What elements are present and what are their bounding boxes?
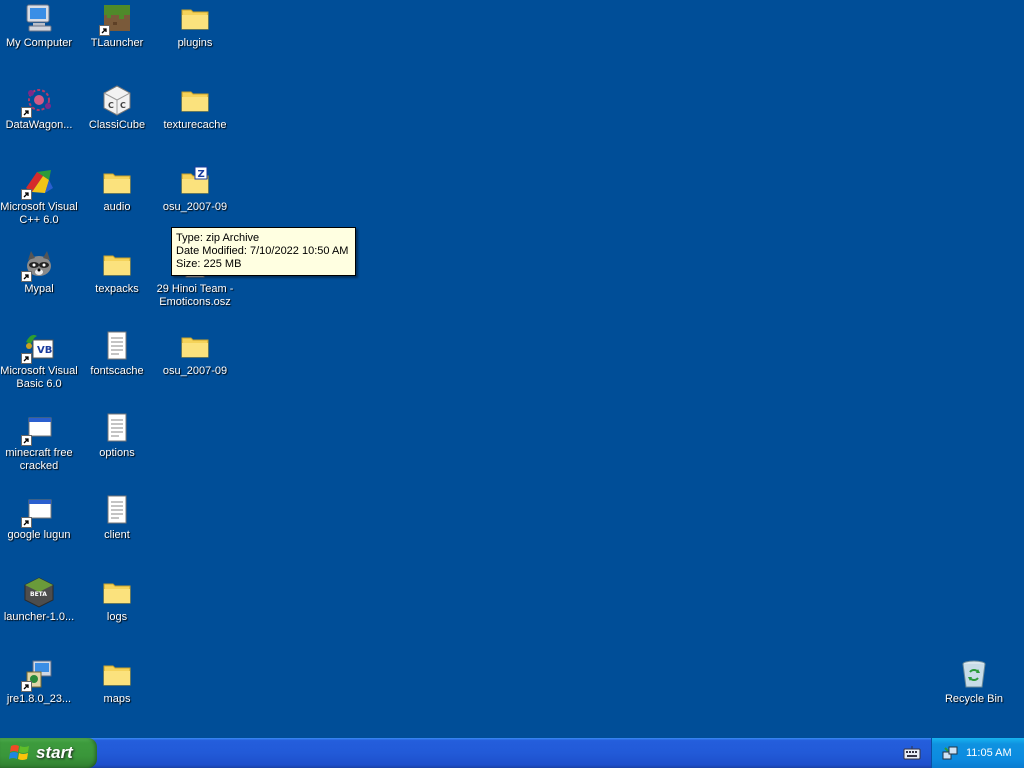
desktop-icon-label: texpacks xyxy=(95,283,139,295)
desktop-icon-options[interactable]: options xyxy=(78,412,156,460)
desktop-icon-maps-folder[interactable]: maps xyxy=(78,658,156,706)
desktop-icon-fontscache[interactable]: fontscache xyxy=(78,330,156,378)
shortcut-arrow-icon xyxy=(21,353,32,364)
desktop-icon-label: maps xyxy=(103,693,131,705)
folder-icon xyxy=(101,576,133,608)
desktop-icon-label: fontscache xyxy=(90,365,144,377)
text-document-icon xyxy=(101,412,133,444)
svg-text:C: C xyxy=(108,101,114,110)
desktop-icon-osu-zip[interactable]: Z osu_2007-09 xyxy=(156,166,234,214)
betacraft-launcher-icon: BETA xyxy=(23,576,55,608)
folder-icon xyxy=(179,330,211,362)
desktop-icon-label: TLauncher xyxy=(90,37,144,49)
desktop-icon-client[interactable]: client xyxy=(78,494,156,542)
folder-icon xyxy=(101,248,133,280)
folder-icon xyxy=(179,2,211,34)
folder-icon xyxy=(101,658,133,690)
desktop-icon-launcher[interactable]: BETA launcher-1.0... xyxy=(0,576,78,624)
desktop-icon-jre[interactable]: jre1.8.0_23... xyxy=(0,658,78,706)
desktop: My Computer DataWagon... Microsoft Visua… xyxy=(0,0,1024,738)
system-tray: 11:05 AM xyxy=(931,738,1024,768)
desktop-icon-label: Microsoft Visual Basic 6.0 xyxy=(0,365,78,390)
folder-icon xyxy=(179,84,211,116)
folder-icon xyxy=(101,166,133,198)
desktop-icon-label: audio xyxy=(103,201,131,213)
svg-text:Z: Z xyxy=(198,169,205,180)
desktop-icon-label: google lugun xyxy=(7,529,71,541)
shortcut-arrow-icon xyxy=(21,681,32,692)
desktop-icon-google-lugun[interactable]: google lugun xyxy=(0,494,78,542)
tlauncher-grass-block-icon xyxy=(99,2,133,36)
start-button[interactable]: start xyxy=(0,738,97,768)
desktop-icon-recycle-bin[interactable]: Recycle Bin xyxy=(935,658,1013,706)
tooltip-type-line: Type: zip Archive xyxy=(176,232,260,244)
clock[interactable]: 11:05 AM xyxy=(966,747,1012,759)
desktop-icon-classicube[interactable]: C C ClassiCube xyxy=(78,84,156,132)
tooltip-modified-line: Date Modified: 7/10/2022 10:50 AM xyxy=(176,245,349,257)
shortcut-arrow-icon xyxy=(21,189,32,200)
desktop-icon-label: osu_2007-09 xyxy=(162,201,228,213)
svg-text:BETA: BETA xyxy=(30,591,47,598)
shortcut-arrow-icon xyxy=(21,271,32,282)
desktop-icon-osu-folder[interactable]: osu_2007-09 xyxy=(156,330,234,378)
desktop-icon-label: minecraft free cracked xyxy=(5,447,73,472)
visual-basic-icon: VB xyxy=(21,330,55,364)
desktop-icon-visual-cpp[interactable]: Microsoft Visual C++ 6.0 xyxy=(0,166,78,227)
application-window-icon xyxy=(21,412,55,446)
desktop-icon-texpacks-folder[interactable]: texpacks xyxy=(78,248,156,296)
desktop-icon-label: plugins xyxy=(177,37,213,49)
shortcut-arrow-icon xyxy=(21,107,32,118)
application-window-icon xyxy=(21,494,55,528)
desktop-icon-label: osu_2007-09 xyxy=(162,365,228,377)
start-label: start xyxy=(36,743,73,762)
datawagon-icon xyxy=(21,84,55,118)
text-document-icon xyxy=(101,494,133,526)
zip-folder-icon: Z xyxy=(179,166,211,198)
desktop-icon-mypal[interactable]: Mypal xyxy=(0,248,78,296)
desktop-icon-plugins-folder[interactable]: plugins xyxy=(156,2,234,50)
desktop-icon-visual-basic[interactable]: VB Microsoft Visual Basic 6.0 xyxy=(0,330,78,391)
desktop-icon-label: jre1.8.0_23... xyxy=(6,693,72,705)
classicube-icon: C C xyxy=(101,84,133,116)
desktop-icon-label: launcher-1.0... xyxy=(3,611,75,623)
desktop-icon-texturecache-folder[interactable]: texturecache xyxy=(156,84,234,132)
desktop-icon-tlauncher[interactable]: TLauncher xyxy=(78,2,156,50)
desktop-icon-label: logs xyxy=(106,611,128,623)
shortcut-arrow-icon xyxy=(21,435,32,446)
desktop-icon-datawagon[interactable]: DataWagon... xyxy=(0,84,78,132)
file-info-tooltip: Type: zip Archive Date Modified: 7/10/20… xyxy=(171,227,356,276)
desktop-icon-label: options xyxy=(99,447,135,459)
desktop-icon-label: Recycle Bin xyxy=(944,693,1004,705)
svg-text:C: C xyxy=(120,101,126,110)
windows-logo-icon xyxy=(9,745,29,760)
text-document-icon xyxy=(101,330,133,362)
desktop-icon-label: Microsoft Visual C++ 6.0 xyxy=(0,201,78,226)
desktop-icon-label: ClassiCube xyxy=(88,119,146,131)
desktop-icon-label: 29 Hinoi Team - Emoticons.osz xyxy=(156,283,234,308)
my-computer-icon xyxy=(23,2,55,34)
desktop-icon-audio-folder[interactable]: audio xyxy=(78,166,156,214)
desktop-icon-label: DataWagon... xyxy=(5,119,73,131)
desktop-icon-label: client xyxy=(104,529,130,541)
desktop-icon-label: My Computer xyxy=(5,37,73,49)
installer-icon xyxy=(21,658,55,692)
recycle-bin-icon xyxy=(958,658,990,690)
desktop-icon-logs-folder[interactable]: logs xyxy=(78,576,156,624)
desktop-icon-minecraft-free-cracked[interactable]: minecraft free cracked xyxy=(0,412,78,473)
desktop-icon-label: Mypal xyxy=(24,283,54,295)
visual-cpp-icon xyxy=(21,166,55,200)
mypal-raccoon-icon xyxy=(21,248,55,282)
shortcut-arrow-icon xyxy=(21,517,32,528)
taskbar: start 11:05 AM xyxy=(0,738,1024,768)
desktop-icon-my-computer[interactable]: My Computer xyxy=(0,2,78,50)
keyboard-icon[interactable] xyxy=(903,746,921,760)
shortcut-arrow-icon xyxy=(99,25,110,36)
network-icon[interactable] xyxy=(942,745,958,761)
desktop-icon-label: texturecache xyxy=(163,119,227,131)
svg-text:VB: VB xyxy=(37,345,52,356)
tooltip-size-line: Size: 225 MB xyxy=(176,258,242,270)
